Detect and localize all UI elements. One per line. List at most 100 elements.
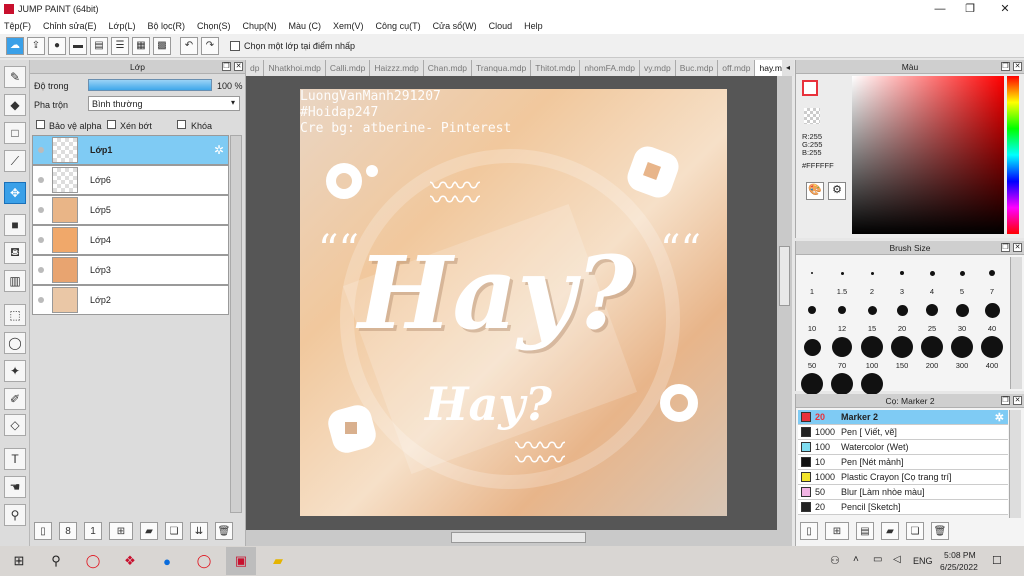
tab-vy[interactable]: vy.mdp — [639, 60, 676, 76]
people-icon[interactable]: ⚇ — [830, 554, 840, 567]
tab-off[interactable]: off.mdp — [718, 60, 756, 76]
pen-tool-icon[interactable]: ✎ — [4, 66, 26, 88]
folder-icon[interactable]: ▰ — [140, 522, 158, 540]
opacity-slider[interactable] — [88, 79, 212, 91]
tool-list-item[interactable]: 50 Blur [Làm nhòe màu] — [798, 485, 1008, 500]
palette-icon[interactable]: 🎨 — [806, 182, 824, 200]
menu-color[interactable]: Màu (C) — [289, 21, 322, 31]
brush-size-cell[interactable]: 5 — [947, 259, 977, 297]
canvas-hscroll[interactable] — [246, 530, 777, 546]
tray-chevron-icon[interactable]: ˄ — [853, 554, 859, 565]
panel-float-icon[interactable]: ❐ — [1001, 62, 1010, 71]
tool-menu-icon[interactable]: ⊞ — [825, 522, 849, 540]
panel-float-icon[interactable]: ❐ — [1001, 396, 1010, 405]
visibility-icon[interactable] — [38, 147, 44, 153]
move-tool-icon[interactable]: ✥ — [4, 182, 26, 204]
clip-checkbox[interactable] — [107, 120, 116, 129]
layer-row[interactable]: Lớp3 — [32, 255, 229, 285]
brush-size-cell[interactable]: 40 — [977, 296, 1007, 334]
redo-icon[interactable]: ↷ — [201, 36, 219, 55]
gradient-tool-icon[interactable]: ▥ — [4, 270, 26, 292]
brush-scrollbar[interactable] — [1010, 257, 1022, 389]
clock-time[interactable]: 5:08 PM — [944, 550, 976, 560]
brush-size-cell[interactable]: 200 — [917, 333, 947, 371]
visibility-icon[interactable] — [38, 177, 44, 183]
layer-row[interactable]: Lớp2 — [32, 285, 229, 315]
grid-icon[interactable]: ▦ — [132, 36, 150, 55]
close-button[interactable]: ✕ — [990, 0, 1020, 17]
brush-size-cell[interactable]: 10 — [797, 296, 827, 334]
panel-close-icon[interactable]: ✕ — [1013, 62, 1022, 71]
tool-list-item[interactable]: 1000 Pen [ Viết, vẽ] — [798, 425, 1008, 440]
rect-tool-icon[interactable]: □ — [4, 122, 26, 144]
visibility-icon[interactable] — [38, 267, 44, 273]
select-pen-icon[interactable]: ✐ — [4, 388, 26, 410]
tool-list-item[interactable]: 1000 Plastic Crayon [Cọ trang trí] — [798, 470, 1008, 485]
layer-scrollbar[interactable] — [230, 135, 242, 513]
tool-list-item[interactable]: 20 Pencil [Sketch] — [798, 500, 1008, 515]
menu-help[interactable]: Help — [524, 21, 543, 31]
zalo-icon[interactable]: ● — [152, 547, 182, 575]
protect-alpha-checkbox[interactable] — [36, 120, 45, 129]
blend-select[interactable]: Bình thường ▾ — [88, 96, 240, 111]
brush-size-cell[interactable]: 300 — [947, 333, 977, 371]
delete-layer-icon[interactable]: 🗑 — [215, 522, 233, 540]
saturation-value-picker[interactable] — [852, 76, 1004, 234]
new-8bit-layer-icon[interactable]: 8 — [59, 522, 77, 540]
brush-size-cell[interactable]: 15 — [857, 296, 887, 334]
menu-edit[interactable]: Chỉnh sửa(E) — [43, 21, 97, 31]
canvas-vscroll[interactable] — [777, 76, 792, 546]
artwork-canvas[interactable]: LuongVanManh291207 #Hoidap247 Cre bg: at… — [300, 89, 727, 516]
new-tool-icon[interactable]: ▯ — [800, 522, 818, 540]
tab-dp[interactable]: dp — [246, 60, 265, 76]
eyedropper-icon[interactable]: ⚲ — [4, 504, 26, 526]
tab-haizzz[interactable]: Haizzz.mdp — [370, 60, 424, 76]
new-layer-icon[interactable]: ▯ — [34, 522, 52, 540]
layer-row[interactable]: Lớp1 ✲ — [32, 135, 229, 165]
app-grid-icon[interactable]: ❖ — [115, 547, 145, 575]
visibility-icon[interactable] — [38, 207, 44, 213]
tab-nhatkhoi[interactable]: Nhatkhoi.mdp — [264, 60, 326, 76]
transparent-swatch[interactable] — [804, 108, 820, 124]
foreground-color-swatch[interactable] — [802, 80, 818, 96]
tool-delete-icon[interactable]: 🗑 — [931, 522, 949, 540]
brush-size-cell[interactable]: 1.5 — [827, 259, 857, 297]
tool-list-item[interactable]: 100 Watercolor (Wet) — [798, 440, 1008, 455]
list-icon[interactable]: ☰ — [111, 36, 129, 55]
tab-buc[interactable]: Buc.mdp — [675, 60, 719, 76]
panel-float-icon[interactable]: ❐ — [1001, 243, 1010, 252]
magic-wand-icon[interactable]: ✦ — [4, 360, 26, 382]
opera-icon[interactable]: ◯ — [78, 547, 108, 575]
tool-folder-icon[interactable]: ▰ — [881, 522, 899, 540]
menu-select[interactable]: Chọn(S) — [197, 21, 231, 31]
lasso-icon[interactable]: ◯ — [4, 332, 26, 354]
menu-cloud[interactable]: Cloud — [489, 21, 513, 31]
gear-icon[interactable]: ✲ — [214, 143, 224, 157]
lock-checkbox[interactable] — [177, 120, 186, 129]
palette-settings-icon[interactable]: ⚙ — [828, 182, 846, 200]
brush-size-cell[interactable]: 70 — [827, 333, 857, 371]
duplicate-layer-icon[interactable]: ❏ — [165, 522, 183, 540]
tool-duplicate-icon[interactable]: ❏ — [906, 522, 924, 540]
bucket-tool-icon[interactable]: ⛾ — [4, 242, 26, 264]
undo-icon[interactable]: ↶ — [180, 36, 198, 55]
menu-window[interactable]: Cửa sổ(W) — [433, 21, 477, 31]
menu-file[interactable]: Tệp(F) — [4, 21, 31, 31]
brush-size-cell[interactable]: 4 — [917, 259, 947, 297]
layer-row[interactable]: Lớp4 — [32, 225, 229, 255]
layer-row[interactable]: Lớp5 — [32, 195, 229, 225]
brush-size-cell[interactable]: 2 — [857, 259, 887, 297]
jump-paint-taskbar-icon[interactable]: ▣ — [226, 547, 256, 575]
brush-size-cell[interactable]: 3 — [887, 259, 917, 297]
tool-copy-icon[interactable]: ▤ — [856, 522, 874, 540]
brush-size-cell[interactable]: 25 — [917, 296, 947, 334]
panel-float-icon[interactable]: ❐ — [222, 62, 231, 71]
search-icon[interactable]: ⚲ — [41, 547, 71, 575]
language-indicator[interactable]: ENG — [913, 556, 933, 566]
add-layer-menu-icon[interactable]: ⊞ — [109, 522, 133, 540]
message-icon[interactable]: ▬ — [69, 36, 87, 55]
brush-size-cell[interactable]: 150 — [887, 333, 917, 371]
properties-icon[interactable]: ▩ — [153, 36, 171, 55]
cloud-icon[interactable]: ☁ — [6, 36, 24, 55]
tab-calli[interactable]: Calli.mdp — [325, 60, 371, 76]
